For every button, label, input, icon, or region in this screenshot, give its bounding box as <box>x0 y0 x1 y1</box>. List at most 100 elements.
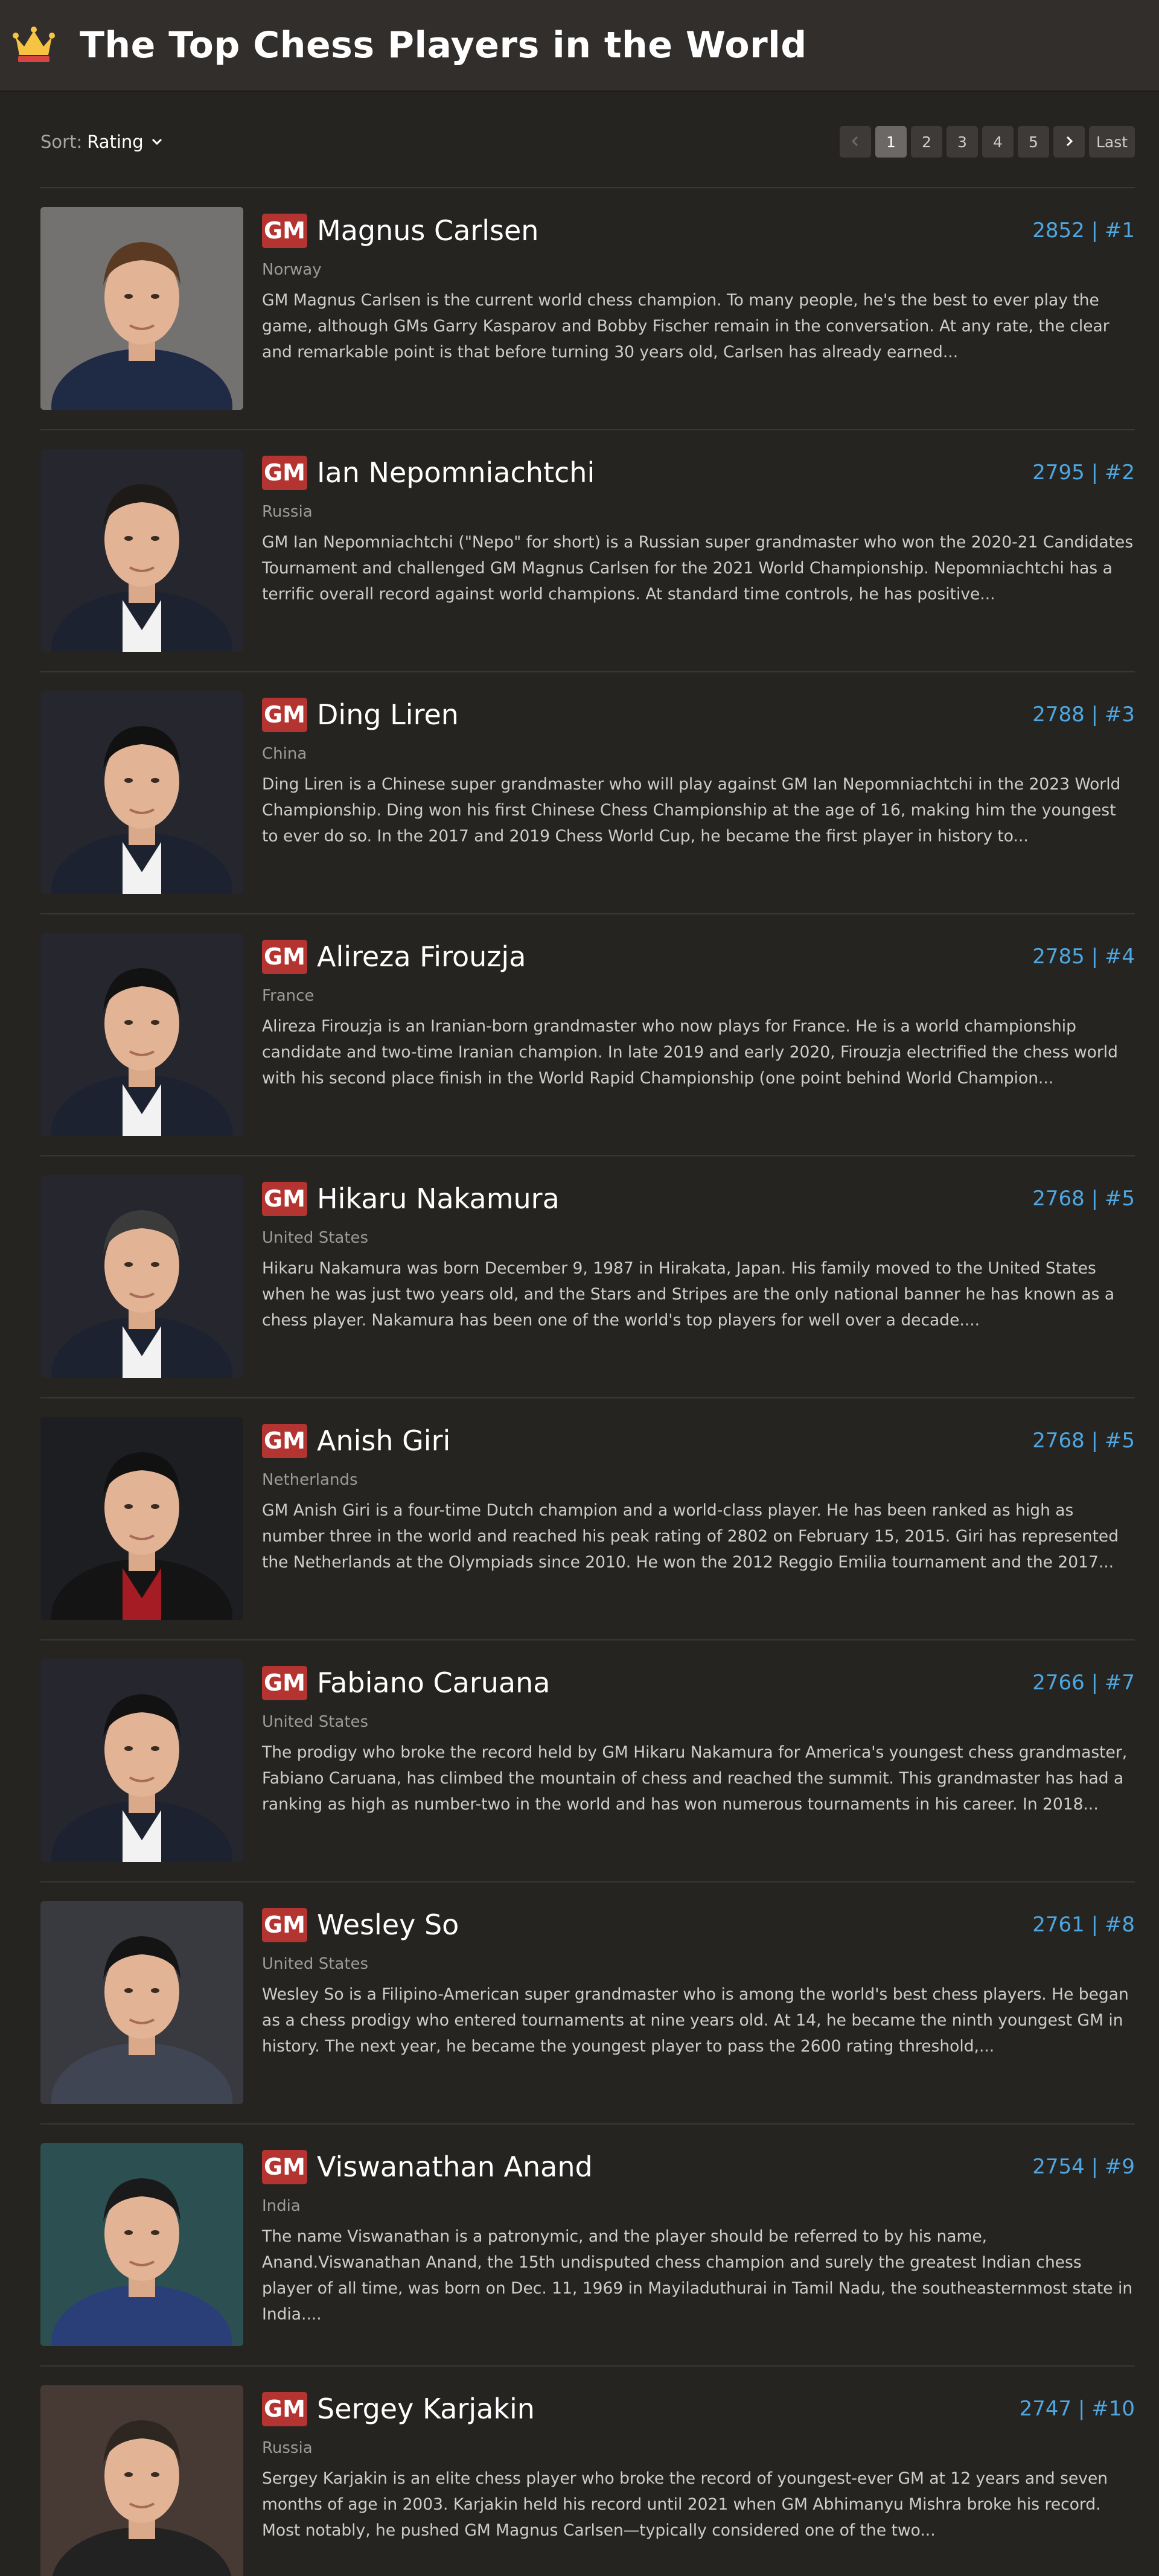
player-name-row: GM Ding Liren 2788 | #3 <box>262 697 1135 733</box>
player-photo[interactable] <box>40 2143 243 2346</box>
player-country: India <box>262 2197 301 2215</box>
chevron-left-icon <box>851 133 860 151</box>
player-card: GM Ian Nepomniachtchi 2795 | #2 Russia G… <box>40 430 1135 672</box>
player-photo[interactable] <box>40 1417 243 1620</box>
title-badge: GM <box>262 2391 307 2426</box>
player-name[interactable]: Anish Giri <box>317 1424 450 1457</box>
player-card: GM Magnus Carlsen 2852 | #1 Norway GM Ma… <box>40 188 1135 430</box>
title-badge: GM <box>262 1665 307 1700</box>
pagination-last-button[interactable]: Last <box>1089 126 1135 158</box>
player-info: GM Fabiano Caruana 2766 | #7 United Stat… <box>262 1665 1135 1817</box>
player-info: GM Sergey Karjakin 2747 | #10 Russia Ser… <box>262 2391 1135 2543</box>
pagination-page-1[interactable]: 1 <box>875 126 907 158</box>
player-card: GM Wesley So 2761 | #8 United States Wes… <box>40 1883 1135 2125</box>
chevron-down-icon <box>151 135 163 150</box>
player-name-row: GM Wesley So 2761 | #8 <box>262 1907 1135 1943</box>
player-name-row: GM Anish Giri 2768 | #5 <box>262 1423 1135 1459</box>
player-info: GM Anish Giri 2768 | #5 Netherlands GM A… <box>262 1423 1135 1575</box>
player-info: GM Wesley So 2761 | #8 United States Wes… <box>262 1907 1135 2059</box>
player-info: GM Viswanathan Anand 2754 | #9 India The… <box>262 2149 1135 2327</box>
page-title: The Top Chess Players in the World <box>80 24 807 66</box>
player-name[interactable]: Wesley So <box>317 1908 459 1941</box>
player-rating: 2795 | #2 <box>1032 461 1135 485</box>
player-rating: 2785 | #4 <box>1032 945 1135 969</box>
pagination-page-2[interactable]: 2 <box>911 126 942 158</box>
player-name[interactable]: Viswanathan Anand <box>317 2150 593 2183</box>
player-card: GM Hikaru Nakamura 2768 | #5 United Stat… <box>40 1156 1135 1398</box>
player-card: GM Viswanathan Anand 2754 | #9 India The… <box>40 2125 1135 2367</box>
chevron-right-icon <box>1065 133 1073 151</box>
toolbar: Sort: Rating 1 2 3 4 5 Last <box>40 91 1135 187</box>
player-bio: Wesley So is a Filipino-American super g… <box>262 1985 1129 2056</box>
sort-dropdown[interactable]: Sort: Rating <box>40 132 163 152</box>
player-photo[interactable] <box>40 691 243 894</box>
player-bio: Alireza Firouzja is an Iranian-born gran… <box>262 1017 1118 1088</box>
player-bio: The prodigy who broke the record held by… <box>262 1743 1128 1814</box>
title-badge: GM <box>262 1423 307 1458</box>
title-badge: GM <box>262 213 307 248</box>
player-photo[interactable] <box>40 1175 243 1378</box>
player-rating: 2852 | #1 <box>1032 218 1135 243</box>
player-photo[interactable] <box>40 1659 243 1862</box>
player-name-row: GM Fabiano Caruana 2766 | #7 <box>262 1665 1135 1701</box>
pagination-page-3[interactable]: 3 <box>947 126 978 158</box>
player-rating: 2768 | #5 <box>1032 1187 1135 1211</box>
player-rating: 2761 | #8 <box>1032 1913 1135 1937</box>
player-name[interactable]: Sergey Karjakin <box>317 2393 535 2425</box>
player-name[interactable]: Fabiano Caruana <box>317 1666 550 1699</box>
player-list: GM Magnus Carlsen 2852 | #1 Norway GM Ma… <box>40 188 1135 2576</box>
player-rating: 2766 | #7 <box>1032 1671 1135 1695</box>
player-country: France <box>262 987 314 1005</box>
player-country: United States <box>262 1955 369 1973</box>
title-badge: GM <box>262 1907 307 1942</box>
player-name[interactable]: Magnus Carlsen <box>317 214 538 247</box>
player-info: GM Alireza Firouzja 2785 | #4 France Ali… <box>262 939 1135 1091</box>
player-name[interactable]: Alireza Firouzja <box>317 940 526 973</box>
sort-label: Sort: <box>40 132 83 152</box>
player-card: GM Alireza Firouzja 2785 | #4 France Ali… <box>40 914 1135 1156</box>
player-country: Russia <box>262 503 313 521</box>
player-card: GM Fabiano Caruana 2766 | #7 United Stat… <box>40 1640 1135 1883</box>
player-name-row: GM Hikaru Nakamura 2768 | #5 <box>262 1181 1135 1217</box>
player-info: GM Ding Liren 2788 | #3 China Ding Liren… <box>262 697 1135 849</box>
title-badge: GM <box>262 2149 307 2184</box>
player-rating: 2747 | #10 <box>1019 2397 1135 2421</box>
player-bio: Ding Liren is a Chinese super grandmaste… <box>262 775 1121 846</box>
player-country: United States <box>262 1229 369 1247</box>
page-header: The Top Chess Players in the World <box>0 0 1159 91</box>
player-info: GM Ian Nepomniachtchi 2795 | #2 Russia G… <box>262 454 1135 607</box>
player-photo[interactable] <box>40 2385 243 2576</box>
player-name-row: GM Ian Nepomniachtchi 2795 | #2 <box>262 454 1135 491</box>
player-name[interactable]: Ian Nepomniachtchi <box>317 456 595 489</box>
player-name-row: GM Sergey Karjakin 2747 | #10 <box>262 2391 1135 2427</box>
player-bio: Hikaru Nakamura was born December 9, 198… <box>262 1259 1115 1330</box>
player-photo[interactable] <box>40 207 243 410</box>
player-country: China <box>262 745 307 763</box>
player-country: Norway <box>262 261 322 279</box>
player-rating: 2768 | #5 <box>1032 1429 1135 1453</box>
player-card: GM Ding Liren 2788 | #3 China Ding Liren… <box>40 672 1135 914</box>
title-badge: GM <box>262 939 307 974</box>
player-name[interactable]: Hikaru Nakamura <box>317 1182 560 1215</box>
main-content: Sort: Rating 1 2 3 4 5 Last GM Magnus Ca… <box>40 91 1135 2576</box>
player-card: GM Sergey Karjakin 2747 | #10 Russia Ser… <box>40 2367 1135 2576</box>
player-rating: 2788 | #3 <box>1032 703 1135 727</box>
player-photo[interactable] <box>40 933 243 1136</box>
pagination-next-button[interactable] <box>1053 126 1085 158</box>
player-bio: Sergey Karjakin is an elite chess player… <box>262 2469 1108 2540</box>
player-name-row: GM Viswanathan Anand 2754 | #9 <box>262 2149 1135 2185</box>
player-photo[interactable] <box>40 1901 243 2104</box>
player-name[interactable]: Ding Liren <box>317 698 459 731</box>
player-bio: GM Ian Nepomniachtchi ("Nepo" for short)… <box>262 533 1134 604</box>
player-info: GM Hikaru Nakamura 2768 | #5 United Stat… <box>262 1181 1135 1333</box>
title-badge: GM <box>262 455 307 490</box>
sort-value: Rating <box>87 132 144 152</box>
player-bio: GM Magnus Carlsen is the current world c… <box>262 291 1110 362</box>
player-info: GM Magnus Carlsen 2852 | #1 Norway GM Ma… <box>262 212 1135 365</box>
pagination-page-4[interactable]: 4 <box>982 126 1014 158</box>
title-badge: GM <box>262 1181 307 1216</box>
pagination-page-5[interactable]: 5 <box>1018 126 1049 158</box>
player-country: United States <box>262 1713 369 1731</box>
player-photo[interactable] <box>40 449 243 652</box>
pagination-prev-button[interactable] <box>840 126 871 158</box>
